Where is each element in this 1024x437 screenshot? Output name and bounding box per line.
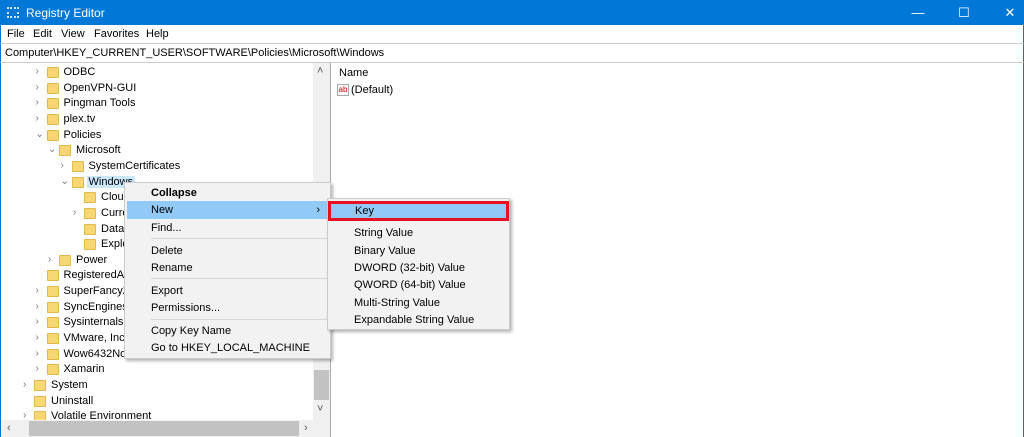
chevron-right-icon[interactable]: › [73,207,83,218]
close-button[interactable]: ✕ [987,0,1024,25]
separator [151,319,328,320]
menu-bar: File Edit View Favorites Help [0,25,1024,43]
folder-icon [71,176,84,188]
scroll-down-icon[interactable]: ˅ [317,403,323,415]
menu-item-goto-hklm[interactable]: Go to HKEY_LOCAL_MACHINE [127,339,328,357]
chevron-right-icon[interactable]: › [36,316,46,327]
folder-icon [59,254,71,266]
folder-icon [46,301,59,313]
folder-icon [46,129,59,141]
chevron-right-icon[interactable]: › [36,66,46,77]
tree-item-label: SyncEngines [63,300,128,313]
menu-item-new-label: New [151,204,174,216]
submenu-item-binary-value[interactable]: Binary Value [330,242,507,260]
folder-icon [34,395,46,407]
menu-item-rename[interactable]: Rename [127,259,328,277]
scroll-thumb[interactable] [314,370,329,400]
chevron-right-icon[interactable]: › [23,379,33,390]
folder-icon [46,98,59,110]
chevron-right-icon[interactable]: › [36,332,46,343]
tree-item-label: plex.tv [63,112,96,125]
scroll-up-icon[interactable]: ˄ [317,65,323,77]
menu-edit[interactable]: Edit [33,28,52,40]
folder-icon [59,145,71,157]
tree-item-label: Sysinternals [63,316,124,329]
address-bar[interactable]: Computer\HKEY_CURRENT_USER\SOFTWARE\Poli… [0,43,1024,63]
context-menu: Collapse New › Find... Delete Rename Expo… [124,182,331,359]
maximize-button[interactable]: ☐ [941,0,987,25]
scroll-left-icon[interactable]: ‹ [7,422,11,434]
chevron-right-icon[interactable]: › [36,363,46,374]
tree-item-label: Uninstall [51,394,94,407]
folder-icon [84,207,96,219]
tree-item-label: Microsoft [76,144,121,157]
chevron-down-icon[interactable]: ⌄ [61,176,71,187]
submenu-item-expandable-string-value[interactable]: Expandable String Value [330,311,507,329]
chevron-down-icon[interactable]: ⌄ [36,129,46,140]
folder-icon [71,160,84,172]
chevron-right-icon[interactable]: › [36,97,46,108]
separator [151,238,328,239]
chevron-right-icon[interactable]: › [36,113,46,124]
tree-item-label: Policies [63,128,102,141]
folder-icon [84,192,96,204]
app-icon [7,7,19,18]
chevron-right-icon[interactable]: › [36,82,46,93]
menu-favorites[interactable]: Favorites [94,28,139,40]
h-scroll-thumb[interactable] [29,421,299,436]
tree-item-label: VMware, Inc. [63,332,128,345]
chevron-right-icon: › [316,204,320,216]
submenu-item-multi-string-value[interactable]: Multi-String Value [330,294,507,312]
menu-file[interactable]: File [7,28,25,40]
submenu-item-key[interactable]: Key [328,201,509,221]
folder-icon [46,317,59,329]
title-bar: Registry Editor — ☐ ✕ [0,0,1024,25]
chevron-right-icon[interactable]: › [48,254,58,265]
menu-item-permissions[interactable]: Permissions... [127,299,328,317]
folder-icon [46,348,59,360]
value-name: (Default) [351,84,394,96]
tree-item-label: Xamarin [63,363,105,376]
tree-item-label: SystemCertificates [88,159,181,172]
folder-icon [46,364,59,376]
menu-item-copy-key-name[interactable]: Copy Key Name [127,322,328,340]
folder-icon [46,67,59,78]
column-header-name[interactable]: Name [339,67,368,79]
menu-item-find[interactable]: Find... [127,219,328,237]
tree-item-label: Pingman Tools [63,97,136,110]
chevron-right-icon[interactable]: › [61,160,71,171]
folder-icon [46,270,59,282]
submenu-item-dword-value[interactable]: DWORD (32-bit) Value [330,259,507,277]
chevron-down-icon[interactable]: ⌄ [48,144,58,155]
tree-item-label: Power [76,253,108,266]
menu-item-new[interactable]: New › [127,201,328,219]
chevron-right-icon[interactable]: › [36,348,46,359]
folder-icon [46,113,59,125]
minimize-button[interactable]: — [895,0,941,25]
submenu-item-string-value[interactable]: String Value [330,224,507,242]
scroll-right-icon[interactable]: › [304,422,308,434]
window-title: Registry Editor [26,6,105,20]
folder-icon [84,239,96,251]
folder-icon [46,286,59,298]
tree-item-label: System [51,379,88,391]
folder-icon [34,380,46,391]
folder-icon [84,223,96,235]
tree-horizontal-scrollbar[interactable]: ‹ › [1,420,330,437]
menu-item-delete[interactable]: Delete [127,242,328,260]
tree-item-label: OpenVPN-GUI [63,81,137,94]
folder-icon [46,82,59,94]
folder-icon [46,333,59,345]
tree-item-label: ODBC [63,66,96,78]
separator [151,278,328,279]
string-value-icon: ab [337,84,349,96]
menu-view[interactable]: View [61,28,85,40]
chevron-right-icon[interactable]: › [36,301,46,312]
submenu-item-qword-value[interactable]: QWORD (64-bit) Value [330,276,507,294]
menu-item-collapse[interactable]: Collapse [127,184,328,202]
chevron-right-icon[interactable]: › [36,285,46,296]
new-submenu: Key String Value Binary Value DWORD (32-… [327,198,510,330]
menu-item-export[interactable]: Export [127,282,328,300]
menu-help[interactable]: Help [146,28,169,40]
